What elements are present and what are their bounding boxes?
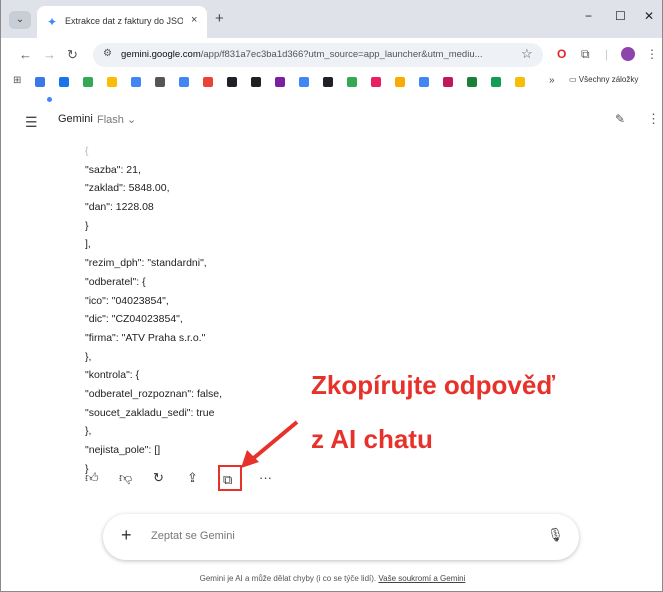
bookmark-favicon-icon[interactable]: [443, 77, 453, 87]
code-line: "odberatel": {: [85, 275, 146, 288]
bookmark-favicon-icon[interactable]: [275, 77, 285, 87]
annotation-line-2: z AI chatu: [311, 424, 433, 454]
bookmark-favicon-icon[interactable]: [251, 77, 261, 87]
code-line: },: [85, 350, 92, 363]
more-actions-icon[interactable]: ···: [259, 470, 272, 485]
bookmark-star-icon[interactable]: ☆: [521, 46, 533, 62]
bookmark-favicon-icon[interactable]: [227, 77, 237, 87]
opera-extension-icon[interactable]: O: [557, 47, 566, 61]
address-bar[interactable]: ⚙ gemini.google.com/app/f831a7ec3ba1d366…: [93, 43, 543, 67]
tab-close-icon[interactable]: ×: [191, 14, 197, 26]
code-line: "dan": 1228.08: [85, 201, 154, 214]
annotation-arrow: [241, 420, 299, 468]
code-line: "rezim_dph": "standardni",: [85, 257, 207, 270]
browser-toolbar: ← → ↻ ⚙ gemini.google.com/app/f831a7ec3b…: [1, 38, 662, 72]
bookmark-favicon-icon[interactable]: [395, 77, 405, 87]
new-chat-icon[interactable]: ✎: [615, 112, 625, 126]
add-attachment-icon[interactable]: +: [121, 525, 132, 546]
bookmark-favicon-icon[interactable]: [59, 77, 69, 87]
tab-title: Extrakce dat z faktury do JSON: [65, 16, 183, 26]
code-line: ],: [85, 238, 91, 251]
browser-menu-icon[interactable]: ⋮: [646, 47, 658, 61]
bookmark-favicon-icon[interactable]: [107, 77, 117, 87]
thumbs-up-icon[interactable]: 👍︎: [85, 470, 99, 486]
minimize-button[interactable]: −: [585, 9, 592, 23]
code-line: "sazba": 21,: [85, 163, 141, 176]
disclaimer: Gemini je AI a může dělat chyby (i co se…: [199, 574, 466, 583]
code-line: "firma": "ATV Praha s.r.o.": [85, 331, 206, 344]
code-line: "ico": "04023854",: [85, 294, 169, 307]
thumbs-down-icon[interactable]: 👎︎: [119, 470, 132, 486]
prompt-input[interactable]: Zeptat se Gemini: [151, 530, 235, 542]
bookmark-favicon-icon[interactable]: [347, 77, 357, 87]
model-selector[interactable]: Flash ⌄: [97, 113, 136, 126]
bookmarks-bar: ⊞ » ▭ Všechny záložky: [1, 72, 662, 94]
tab-strip: ⌄ ✦ Extrakce dat z faktury do JSON × + −…: [1, 0, 662, 38]
tab-active[interactable]: ✦ Extrakce dat z faktury do JSON ×: [37, 6, 207, 38]
forward-icon[interactable]: →: [43, 47, 56, 62]
profile-avatar[interactable]: [621, 47, 635, 61]
url-text: gemini.google.com/app/f831a7ec3ba1d366?u…: [121, 49, 483, 60]
bookmark-favicon-icon[interactable]: [371, 77, 381, 87]
regenerate-icon[interactable]: ↻: [153, 470, 164, 486]
bookmark-favicon-icon[interactable]: [203, 77, 213, 87]
main-menu-icon[interactable]: ☰: [25, 114, 38, 131]
bookmark-favicon-icon[interactable]: [35, 77, 45, 87]
toolbar-divider: |: [605, 47, 609, 61]
browser-window: ⌄ ✦ Extrakce dat z faktury do JSON × + −…: [0, 0, 663, 592]
bookmark-favicon-icon[interactable]: [131, 77, 141, 87]
bookmark-favicon-icon[interactable]: [419, 77, 429, 87]
app-name: Gemini: [58, 113, 93, 125]
reload-icon[interactable]: ↻: [67, 47, 78, 63]
bookmark-favicon-icon[interactable]: [515, 77, 525, 87]
code-line: "zaklad": 5848.00,: [85, 182, 170, 195]
code-line: }: [85, 219, 89, 232]
all-bookmarks-folder[interactable]: ▭ Všechny záložky: [569, 75, 638, 84]
site-info-icon[interactable]: ⚙: [103, 48, 112, 59]
extensions-icon[interactable]: ⧉: [581, 47, 590, 62]
apps-grid-icon[interactable]: ⊞: [13, 75, 21, 86]
prompt-input-bar[interactable]: + Zeptat se Gemini 🎙︎: [103, 514, 579, 560]
annotation-line-1: Zkopírujte odpověď: [311, 370, 556, 400]
back-icon[interactable]: ←: [19, 47, 32, 62]
new-tab-button[interactable]: +: [215, 10, 224, 27]
gemini-favicon-icon: ✦: [47, 15, 58, 29]
bookmark-favicon-icon[interactable]: [83, 77, 93, 87]
bookmark-favicon-icon[interactable]: [179, 77, 189, 87]
code-line: "dic": "CZ04023854",: [85, 313, 183, 326]
bookmark-favicon-icon[interactable]: [467, 77, 477, 87]
copy-icon[interactable]: ⧉: [223, 472, 232, 488]
code-line: {: [85, 145, 89, 157]
bookmark-favicon-icon[interactable]: [491, 77, 501, 87]
code-line: "soucet_zakladu_sedi": true: [85, 406, 215, 419]
microphone-icon[interactable]: 🎙︎: [547, 527, 564, 543]
tab-search-icon[interactable]: ⌄: [9, 11, 31, 29]
more-options-icon[interactable]: ⋮: [647, 111, 660, 127]
bookmark-favicon-icon[interactable]: [299, 77, 309, 87]
notification-dot: [47, 97, 52, 102]
share-icon[interactable]: ⇪: [187, 470, 198, 486]
bookmark-favicon-icon[interactable]: [155, 77, 165, 87]
close-window-button[interactable]: ✕: [644, 9, 654, 23]
bookmarks-overflow-icon[interactable]: »: [549, 75, 555, 86]
bookmark-favicon-icon[interactable]: [323, 77, 333, 87]
maximize-button[interactable]: ☐: [615, 9, 626, 23]
privacy-link[interactable]: Vaše soukromí a Gemini: [378, 574, 465, 583]
